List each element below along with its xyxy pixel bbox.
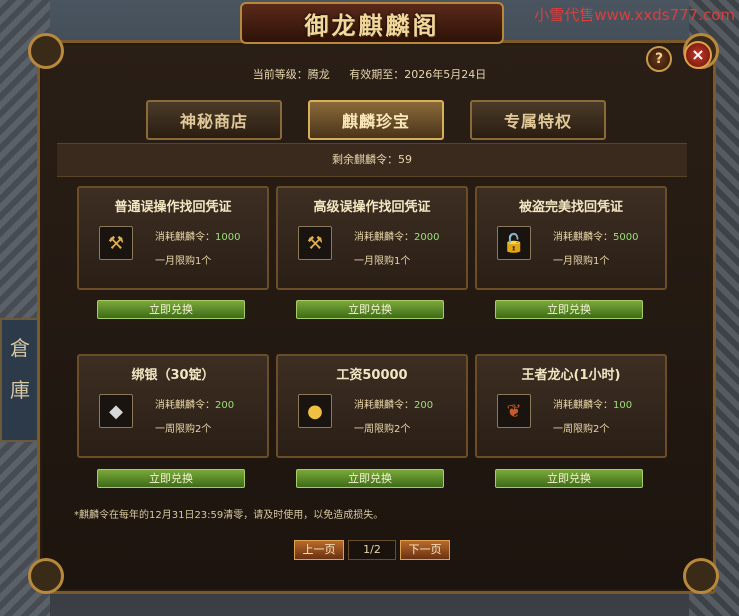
exchange-button[interactable]: 立即兑换	[296, 469, 444, 488]
corner-ornament-bl	[28, 558, 64, 594]
sign-text-2: 庫	[10, 378, 30, 402]
silver-ingot-icon[interactable]: ◆	[99, 394, 133, 428]
expire-info: 有效期至：2026年5月24日	[349, 68, 486, 81]
item-title: 高级误操作找回凭证	[313, 200, 431, 215]
item-limit: 一月限购1个	[553, 256, 610, 267]
watermark: 小雪代售www.xxds777.com	[534, 6, 735, 24]
prev-page-button[interactable]: 上一页	[294, 540, 344, 560]
cost-label: 消耗麒麟令：	[354, 232, 414, 243]
close-button[interactable]: ×	[684, 41, 712, 69]
remaining-value: 59	[398, 153, 412, 166]
item-limit: 一月限购1个	[354, 256, 411, 267]
corner-ornament-tl	[28, 33, 64, 69]
exchange-button[interactable]: 立即兑换	[97, 469, 245, 488]
title-banner: 御龙麒麟阁	[240, 2, 504, 44]
page-indicator: 1/2	[348, 540, 396, 560]
remaining-label: 剩余麒麟令：	[332, 153, 398, 166]
exchange-button[interactable]: 立即兑换	[296, 300, 444, 319]
unlock-icon[interactable]: 🔓	[497, 226, 531, 260]
item-cost: 消耗麒麟令：1000	[155, 228, 240, 243]
reset-notice: *麒麟令在每年的12月31日23:59清零，请及时使用，以免造成损失。	[74, 510, 384, 521]
exchange-button[interactable]: 立即兑换	[97, 300, 245, 319]
item-card: 工资50000 ● 消耗麒麟令：200 一周限购2个	[276, 354, 468, 458]
item-cost: 消耗麒麟令：200	[155, 396, 234, 411]
item-title: 王者龙心(1小时)	[521, 368, 621, 383]
item-title: 普通误操作找回凭证	[114, 200, 232, 215]
tab-exclusive-privilege[interactable]: 专属特权	[470, 100, 606, 140]
cost-value: 5000	[613, 232, 639, 243]
item-card: 王者龙心(1小时) ❦ 消耗麒麟令：100 一周限购2个	[475, 354, 667, 458]
expire-value: 2026年5月24日	[404, 68, 487, 81]
cost-value: 200	[414, 400, 434, 411]
item-card: 普通误操作找回凭证 ⚒ 消耗麒麟令：1000 一月限购1个	[77, 186, 269, 290]
item-title: 绑银（30锭）	[131, 368, 215, 383]
item-cost: 消耗麒麟令：200	[354, 396, 433, 411]
cost-label: 消耗麒麟令：	[155, 232, 215, 243]
window-title: 御龙麒麟阁	[304, 11, 440, 40]
warehouse-sign: 倉 庫	[0, 318, 40, 442]
sign-text-1: 倉	[10, 336, 30, 360]
gold-coins-icon[interactable]: ●	[298, 394, 332, 428]
cost-value: 1000	[215, 232, 241, 243]
item-limit: 一周限购2个	[155, 424, 212, 435]
cost-value: 100	[613, 400, 633, 411]
wrench-icon[interactable]: ⚒	[99, 226, 133, 260]
level-value: 腾龙	[307, 68, 330, 81]
exchange-button[interactable]: 立即兑换	[495, 300, 643, 319]
tab-qilin-treasure[interactable]: 麒麟珍宝	[308, 100, 444, 140]
item-title: 工资50000	[336, 368, 408, 383]
item-title: 被盗完美找回凭证	[518, 200, 623, 215]
cost-label: 消耗麒麟令：	[354, 400, 414, 411]
level-label: 当前等级：	[252, 68, 308, 81]
item-cost: 消耗麒麟令：5000	[553, 228, 638, 243]
wrench-icon[interactable]: ⚒	[298, 226, 332, 260]
remaining-tokens: 剩余麒麟令：59	[57, 143, 687, 177]
cost-value: 2000	[414, 232, 440, 243]
corner-ornament-br	[683, 558, 719, 594]
expire-label: 有效期至：	[349, 68, 405, 81]
cost-value: 200	[215, 400, 235, 411]
tab-bar: 神秘商店 麒麟珍宝 专属特权	[146, 100, 606, 140]
cost-label: 消耗麒麟令：	[553, 232, 613, 243]
item-limit: 一月限购1个	[155, 256, 212, 267]
item-cost: 消耗麒麟令：2000	[354, 228, 439, 243]
next-page-button[interactable]: 下一页	[400, 540, 450, 560]
item-limit: 一周限购2个	[553, 424, 610, 435]
item-card: 高级误操作找回凭证 ⚒ 消耗麒麟令：2000 一月限购1个	[276, 186, 468, 290]
tab-mystery-shop[interactable]: 神秘商店	[146, 100, 282, 140]
status-line: 当前等级：腾龙 有效期至：2026年5月24日	[0, 66, 739, 82]
item-cost: 消耗麒麟令：100	[553, 396, 632, 411]
dragon-heart-icon[interactable]: ❦	[497, 394, 531, 428]
level-info: 当前等级：腾龙	[253, 68, 330, 81]
cost-label: 消耗麒麟令：	[553, 400, 613, 411]
exchange-button[interactable]: 立即兑换	[495, 469, 643, 488]
item-card: 绑银（30锭） ◆ 消耗麒麟令：200 一周限购2个	[77, 354, 269, 458]
cost-label: 消耗麒麟令：	[155, 400, 215, 411]
item-limit: 一周限购2个	[354, 424, 411, 435]
pagination: 上一页 1/2 下一页	[294, 540, 450, 560]
item-card: 被盗完美找回凭证 🔓 消耗麒麟令：5000 一月限购1个	[475, 186, 667, 290]
